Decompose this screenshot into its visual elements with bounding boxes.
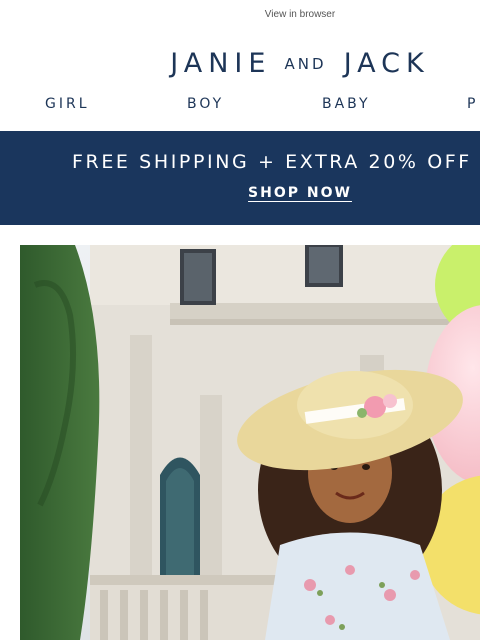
nav-item-girl[interactable]: GIRL (45, 96, 90, 112)
shop-now-link[interactable]: SHOP NOW (0, 185, 480, 201)
girl-in-sun-hat-photo-icon (20, 245, 480, 640)
nav-item-baby[interactable]: BABY (322, 96, 371, 112)
nav-item-boy[interactable]: BOY (187, 96, 224, 112)
logo-janie: JANIE (170, 48, 272, 79)
main-nav: GIRL BOY BABY P (0, 96, 480, 116)
nav-item-partial[interactable]: P (467, 96, 478, 112)
promo-banner[interactable]: FREE SHIPPING + EXTRA 20% OFF S (0, 131, 480, 225)
brand-logo[interactable]: JANIE AND JACK (0, 48, 480, 79)
view-in-browser-link[interactable]: View in browser (0, 9, 480, 20)
logo-jack: JACK (343, 48, 430, 79)
hero-image[interactable] (20, 245, 480, 640)
logo-and: AND (284, 54, 327, 73)
promo-text: FREE SHIPPING + EXTRA 20% OFF S (72, 151, 480, 173)
